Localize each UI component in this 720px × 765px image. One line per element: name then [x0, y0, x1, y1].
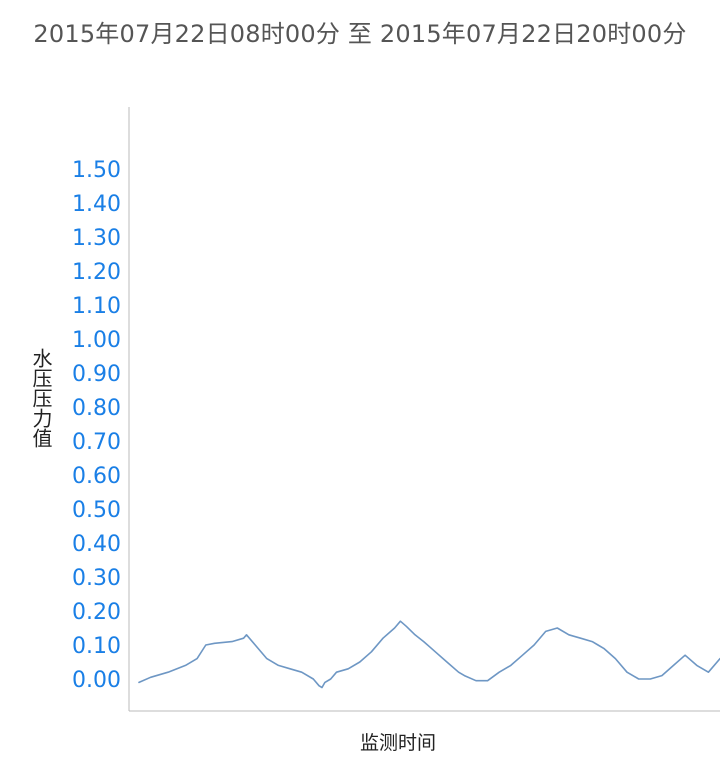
y-tick-label: 0.30 — [72, 566, 121, 591]
y-tick-label: 0.00 — [72, 668, 121, 693]
y-tick-label: 1.10 — [72, 294, 121, 319]
y-tick-label: 1.20 — [72, 260, 121, 285]
y-tick-label: 1.50 — [72, 158, 121, 183]
y-tick-label: 0.70 — [72, 430, 121, 455]
series-line — [138, 620, 720, 689]
y-tick-label: 0.60 — [72, 464, 121, 489]
y-tick-label: 0.90 — [72, 362, 121, 387]
y-tick-label: 1.30 — [72, 226, 121, 251]
y-tick-label: 1.40 — [72, 192, 121, 217]
y-tick-label: 0.20 — [72, 600, 121, 625]
y-tick-label: 0.40 — [72, 532, 121, 557]
y-tick-label: 0.10 — [72, 634, 121, 659]
y-tick-label: 0.80 — [72, 396, 121, 421]
line-chart: 0.00 0.10 0.20 0.30 0.40 0.50 0.60 0.70 0.80 0.90… — [72, 107, 720, 712]
y-tick-label: 0.50 — [72, 498, 121, 523]
y-tick-label: 1.00 — [72, 328, 121, 353]
